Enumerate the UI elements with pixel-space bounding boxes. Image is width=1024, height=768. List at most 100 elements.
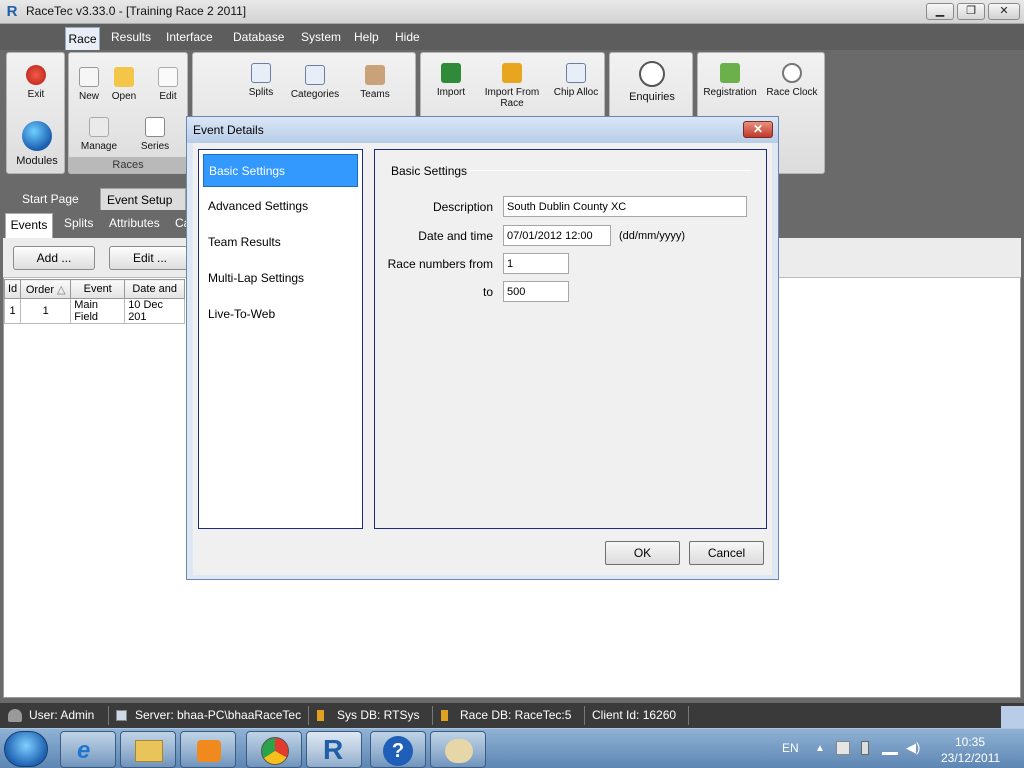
- nav-advanced-settings[interactable]: Advanced Settings: [203, 190, 358, 223]
- help-icon[interactable]: ?: [370, 731, 426, 768]
- date-time-field[interactable]: [503, 225, 611, 246]
- exit-button[interactable]: Exit: [15, 65, 57, 100]
- subtab-events[interactable]: Events: [5, 213, 53, 238]
- registration-label: Registration: [703, 87, 757, 98]
- race-numbers-from-field[interactable]: [503, 253, 569, 274]
- subtab-attributes[interactable]: Attributes: [109, 216, 160, 230]
- language-indicator[interactable]: EN: [782, 741, 799, 755]
- chrome-icon[interactable]: [246, 731, 302, 768]
- col-id[interactable]: Id: [3, 279, 22, 299]
- date-format-hint: (dd/mm/yyyy): [619, 230, 685, 242]
- maximize-button[interactable]: ❐: [957, 3, 985, 20]
- nav-team-results[interactable]: Team Results: [203, 226, 358, 259]
- new-button[interactable]: New: [75, 67, 103, 102]
- chip-icon: [566, 63, 586, 83]
- nav-live-to-web[interactable]: Live-To-Web: [203, 298, 358, 331]
- series-button[interactable]: Series: [137, 117, 173, 152]
- col-event[interactable]: Event: [70, 279, 126, 299]
- race-numbers-to-field[interactable]: [503, 281, 569, 302]
- tray-expand-icon[interactable]: ▲: [815, 743, 825, 754]
- menu-database[interactable]: Database: [233, 30, 284, 44]
- clock-time[interactable]: 10:35: [955, 735, 985, 749]
- taskbar: e R ? EN ▲ ◀) 10:35 23/12/2011: [0, 728, 1024, 768]
- registration-icon: [720, 63, 740, 83]
- paint-icon[interactable]: [430, 731, 486, 768]
- import-button[interactable]: Import: [431, 63, 471, 98]
- tab-event-setup[interactable]: Event Setup: [100, 188, 186, 210]
- open-button[interactable]: Open: [107, 67, 141, 102]
- new-label: New: [78, 91, 99, 102]
- nav-basic-settings[interactable]: Basic Settings: [203, 154, 358, 187]
- show-desktop-strip[interactable]: [1001, 706, 1024, 728]
- edit-button[interactable]: Edit: [155, 67, 181, 102]
- open-label: Open: [111, 91, 137, 102]
- registration-button[interactable]: Registration: [702, 63, 758, 98]
- ok-button[interactable]: OK: [605, 541, 680, 565]
- edit-label: Edit: [159, 91, 177, 102]
- battery-icon[interactable]: [861, 741, 869, 755]
- excel-icon: [441, 63, 461, 83]
- manage-button[interactable]: Manage: [79, 117, 119, 152]
- races-group-label: Races: [69, 157, 187, 173]
- action-center-icon[interactable]: [836, 741, 850, 755]
- manage-label: Manage: [80, 141, 118, 152]
- splits-button[interactable]: Splits: [241, 63, 281, 98]
- status-divider: [308, 706, 309, 725]
- race-clock-label: Race Clock: [766, 87, 818, 98]
- subtab-splits[interactable]: Splits: [64, 216, 93, 230]
- media-player-icon[interactable]: [180, 731, 236, 768]
- menu-hide[interactable]: Hide: [395, 30, 420, 44]
- col-order-label: Order: [25, 283, 54, 296]
- dialog-close-button[interactable]: ✕: [743, 121, 773, 138]
- import-label: Import: [436, 87, 466, 98]
- racetec-taskbar-icon[interactable]: R: [306, 731, 362, 768]
- basic-settings-panel: Basic Settings Description Date and time…: [374, 149, 767, 529]
- categories-button[interactable]: Categories: [289, 65, 341, 100]
- teams-label: Teams: [360, 89, 390, 100]
- close-window-button[interactable]: ✕: [988, 3, 1020, 20]
- chip-alloc-button[interactable]: Chip Alloc: [551, 63, 601, 98]
- file-explorer-icon[interactable]: [120, 731, 176, 768]
- col-order[interactable]: Order △: [20, 279, 72, 299]
- nav-multi-lap-settings[interactable]: Multi-Lap Settings: [203, 262, 358, 295]
- cell-order: 1: [20, 298, 72, 324]
- sort-icon: △: [57, 283, 66, 296]
- server-icon: [116, 710, 127, 721]
- panel-heading: Basic Settings: [391, 164, 468, 178]
- chip-alloc-label: Chip Alloc: [553, 87, 599, 98]
- menu-results[interactable]: Results: [111, 30, 151, 44]
- windows-start-icon[interactable]: [4, 731, 48, 767]
- menu-system[interactable]: System: [301, 30, 341, 44]
- edit-event-button[interactable]: Edit ...: [109, 246, 191, 270]
- clock-date[interactable]: 23/12/2011: [941, 751, 1000, 765]
- teams-button[interactable]: Teams: [357, 65, 393, 100]
- network-icon[interactable]: [882, 741, 898, 755]
- tab-start-page[interactable]: Start Page: [16, 188, 85, 210]
- cell-event: Main Field: [70, 298, 126, 324]
- splits-label: Splits: [248, 87, 274, 98]
- status-bar: User: Admin Server: bhaa-PC\bhaaRaceTec …: [0, 703, 1024, 728]
- menu-help[interactable]: Help: [354, 30, 379, 44]
- import-from-race-label: Import From Race: [484, 87, 540, 109]
- minimize-button[interactable]: ▁: [926, 3, 954, 20]
- status-server: Server: bhaa-PC\bhaaRaceTec: [135, 708, 302, 722]
- add-event-button[interactable]: Add ...: [13, 246, 95, 270]
- col-date[interactable]: Date and: [124, 279, 186, 299]
- table-row[interactable]: 1 1 Main Field 10 Dec 201: [3, 298, 186, 324]
- race-clock-button[interactable]: Race Clock: [764, 63, 820, 98]
- event-details-dialog: Event Details ✕ Basic Settings Advanced …: [186, 116, 779, 580]
- import-from-race-button[interactable]: Import From Race: [475, 63, 549, 109]
- dialog-titlebar[interactable]: Event Details ✕: [187, 117, 778, 143]
- cancel-button[interactable]: Cancel: [689, 541, 764, 565]
- internet-explorer-icon[interactable]: e: [60, 731, 116, 768]
- modules-button[interactable]: Modules: [11, 121, 63, 167]
- volume-icon[interactable]: ◀): [906, 740, 920, 756]
- date-time-label: Date and time: [418, 229, 493, 243]
- heading-divider: [469, 170, 751, 171]
- enquiries-button[interactable]: Enquiries: [620, 61, 684, 103]
- menu-interface[interactable]: Interface: [166, 30, 213, 44]
- description-field[interactable]: [503, 196, 747, 217]
- events-table: Id Order △ Event Date and 1 1 Main Field…: [3, 279, 186, 324]
- menu-race[interactable]: Race: [65, 27, 100, 51]
- dialog-body: Basic Settings Advanced Settings Team Re…: [193, 143, 772, 575]
